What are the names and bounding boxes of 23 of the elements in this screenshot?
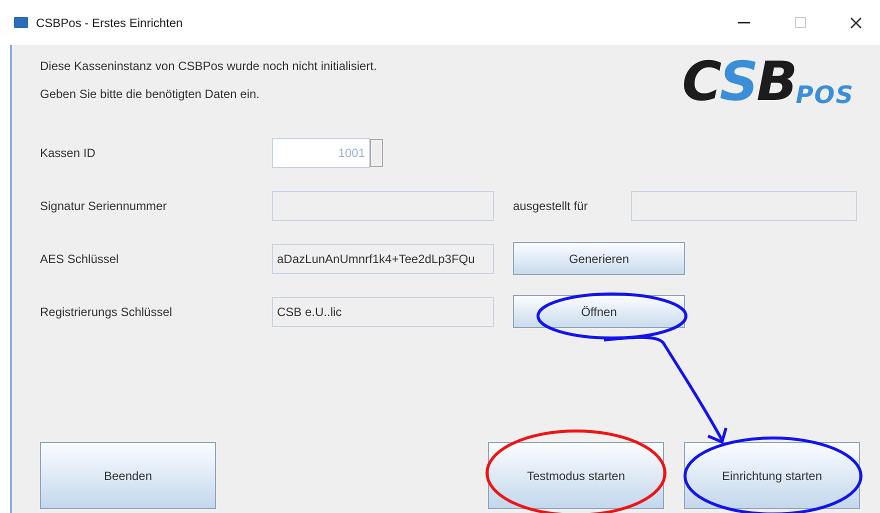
action-button[interactable]: Einrichtung starten bbox=[684, 442, 860, 509]
field-label: AES Schlüssel bbox=[40, 252, 120, 266]
minimize-icon[interactable] bbox=[738, 22, 750, 24]
field-label: Registrierungs Schlüssel bbox=[40, 304, 174, 318]
action-button[interactable]: Testmodus starten bbox=[488, 442, 664, 509]
field-label: ausgestellt für bbox=[512, 198, 589, 212]
action-button[interactable]: Generieren bbox=[513, 242, 685, 275]
input-field[interactable]: CSB e.U..lic bbox=[272, 296, 494, 326]
app-icon bbox=[14, 17, 28, 28]
field-label: Signatur Seriennummer bbox=[40, 198, 168, 212]
action-button[interactable]: Öffnen bbox=[513, 295, 685, 328]
field-label: Kassen ID bbox=[40, 146, 96, 160]
spinner-control[interactable] bbox=[370, 138, 383, 166]
intro-text: Geben Sie bitte die benötigten Daten ein. bbox=[40, 87, 260, 101]
input-field[interactable] bbox=[272, 190, 494, 220]
window-title: CSBPos - Erstes Einrichten bbox=[36, 16, 183, 30]
maximize-icon[interactable] bbox=[794, 17, 806, 28]
input-field[interactable] bbox=[631, 190, 857, 220]
input-field[interactable]: aDazLunAnUmnrf1k4+Tee2dLp3FQu bbox=[272, 244, 494, 274]
intro-text: Diese Kasseninstanz von CSBPos wurde noch nicht initialisiert. bbox=[40, 59, 377, 73]
close-icon[interactable] bbox=[850, 16, 862, 28]
logo: CSBPOS bbox=[682, 55, 854, 109]
action-button[interactable]: Beenden bbox=[40, 442, 216, 509]
